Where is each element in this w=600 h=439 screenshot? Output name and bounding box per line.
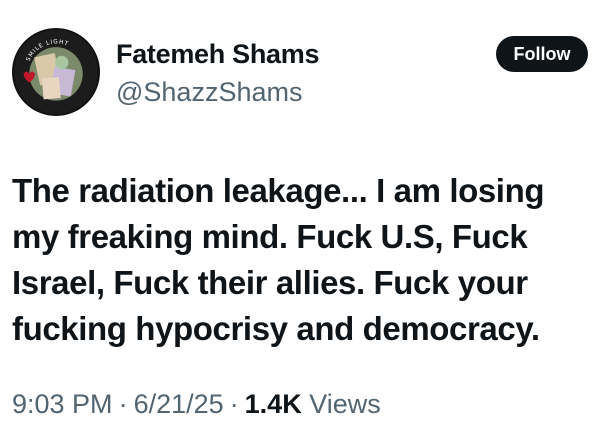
meta-separator-2: · (229, 389, 239, 419)
display-name[interactable]: Fatemeh Shams (116, 38, 319, 70)
tweet-time[interactable]: 9:03 PM (12, 389, 113, 419)
tweet-card: SMILE LIGHT Fatemeh Shams @ShazzShams Fo… (0, 0, 600, 439)
views-count: 1.4K (244, 389, 302, 419)
tweet-meta: 9:03 PM · 6/21/25 · 1.4K Views (12, 388, 381, 420)
tweet-date[interactable]: 6/21/25 (134, 389, 224, 419)
user-handle[interactable]: @ShazzShams (116, 76, 319, 108)
tweet-header: SMILE LIGHT Fatemeh Shams @ShazzShams Fo… (12, 28, 588, 118)
avatar-image: SMILE LIGHT (14, 30, 98, 114)
tweet-text: The radiation leakage... I am losing my … (12, 172, 545, 347)
user-names: Fatemeh Shams @ShazzShams (116, 38, 319, 108)
follow-button[interactable]: Follow (496, 36, 588, 72)
avatar[interactable]: SMILE LIGHT (12, 28, 100, 116)
views-label: Views (309, 389, 381, 419)
meta-separator: · (118, 389, 128, 419)
